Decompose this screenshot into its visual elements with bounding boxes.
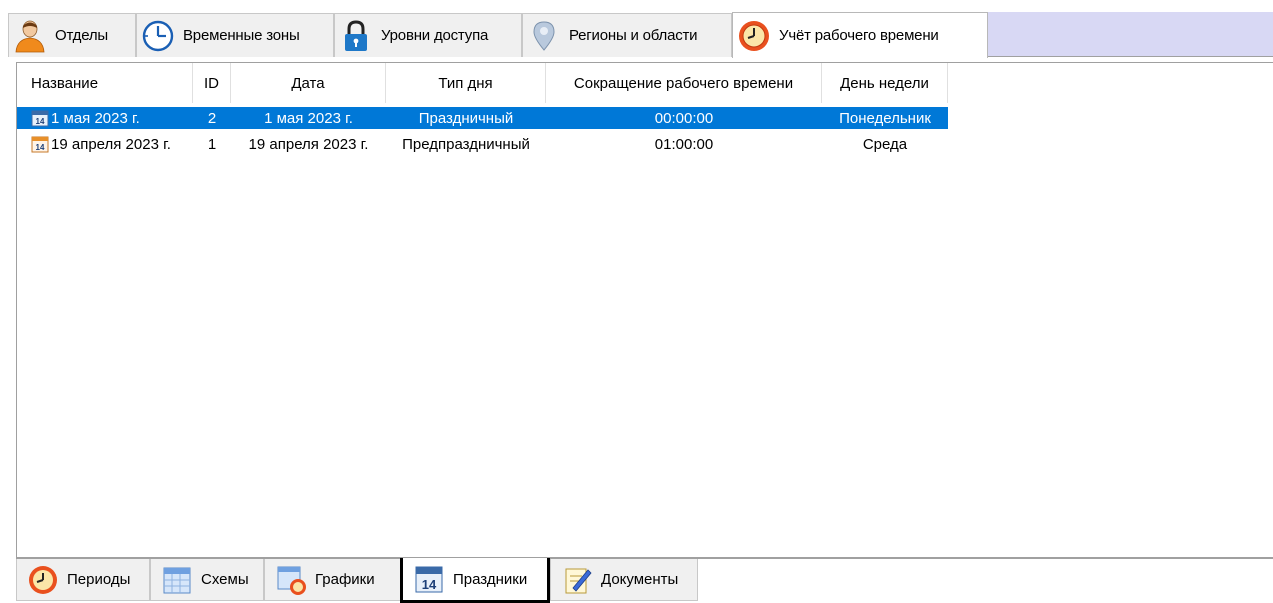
svg-text:14: 14 — [36, 143, 45, 152]
schedule-icon — [277, 566, 306, 595]
cell-id: 1 — [207, 135, 217, 153]
tab-label: Временные зоны — [183, 27, 300, 44]
tab-label: Документы — [601, 571, 679, 588]
user-icon — [13, 19, 47, 53]
column-header-reduction[interactable]: Сокращение рабочего времени — [546, 63, 822, 103]
calendar-14-icon: 14 — [31, 110, 49, 127]
column-header-day-type[interactable]: Тип дня — [386, 63, 546, 103]
tab-strip-background — [988, 12, 1273, 57]
tab-documents[interactable]: Документы — [550, 559, 698, 601]
calendar-14-icon: 14 — [415, 566, 443, 593]
tab-holidays[interactable]: 14 Праздники — [400, 558, 550, 603]
tab-label: Схемы — [201, 571, 249, 588]
cell-day-type: Праздничный — [418, 109, 514, 127]
table-row[interactable]: 14 1 мая 2023 г. 2 1 мая 2023 г. Праздни… — [17, 107, 948, 129]
cell-date: 19 апреля 2023 г. — [248, 135, 369, 153]
column-header-date[interactable]: Дата — [231, 63, 386, 103]
calendar-grid-icon — [163, 567, 191, 593]
tab-departments[interactable]: Отделы — [8, 13, 136, 57]
tab-schemes[interactable]: Схемы — [150, 559, 264, 601]
cell-weekday: Среда — [862, 135, 908, 153]
tab-access-levels[interactable]: Уровни доступа — [334, 13, 522, 57]
timesheet-clock-icon — [737, 19, 771, 53]
tab-regions[interactable]: Регионы и области — [522, 13, 732, 57]
tab-schedules[interactable]: Графики — [264, 559, 402, 601]
cell-id: 2 — [207, 109, 217, 127]
cell-name: 14 19 апреля 2023 г. — [17, 133, 193, 155]
tab-label: Периоды — [67, 571, 131, 588]
svg-text:14: 14 — [36, 117, 45, 126]
cell-reduction: 01:00:00 — [654, 135, 714, 153]
table-row[interactable]: 14 19 апреля 2023 г. 1 19 апреля 2023 г.… — [17, 133, 948, 155]
calendar-14-icon: 14 — [31, 136, 49, 153]
lock-icon — [339, 19, 373, 53]
tab-timesheet[interactable]: Учёт рабочего времени — [732, 12, 988, 58]
holidays-table: Название ID Дата Тип дня Сокращение рабо… — [16, 62, 1273, 558]
tab-label: Регионы и области — [569, 27, 698, 44]
tab-label: Графики — [315, 571, 375, 588]
column-header-id[interactable]: ID — [193, 63, 231, 103]
tab-periods[interactable]: Периоды — [16, 559, 150, 601]
cell-weekday: Понедельник — [839, 109, 931, 127]
cell-reduction: 00:00:00 — [654, 109, 714, 127]
tab-label: Отделы — [55, 27, 108, 44]
column-header-name[interactable]: Название — [17, 63, 193, 103]
tab-time-zones[interactable]: Временные зоны — [136, 13, 334, 57]
tab-label: Уровни доступа — [381, 27, 489, 44]
periods-clock-icon — [29, 565, 57, 594]
tab-label: Праздники — [453, 570, 528, 588]
cell-date: 1 мая 2023 г. — [264, 109, 353, 127]
table-header: Название ID Дата Тип дня Сокращение рабо… — [17, 63, 948, 103]
svg-text:14: 14 — [422, 577, 437, 592]
cell-day-type: Предпраздничный — [402, 135, 530, 153]
column-header-weekday[interactable]: День недели — [822, 63, 948, 103]
document-pen-icon — [565, 568, 592, 593]
bottom-tab-strip: Периоды Схемы Графики 14 Праздники Докум… — [0, 558, 1273, 603]
pin-icon — [527, 19, 561, 53]
top-tab-strip: Отделы Временные зоны Уровни доступа Рег… — [0, 12, 1273, 58]
cell-name: 14 1 мая 2023 г. — [17, 107, 193, 129]
tab-label: Учёт рабочего времени — [779, 27, 939, 44]
clock-icon — [141, 19, 175, 53]
row-name-text: 19 апреля 2023 г. — [51, 135, 171, 153]
row-name-text: 1 мая 2023 г. — [51, 109, 140, 127]
